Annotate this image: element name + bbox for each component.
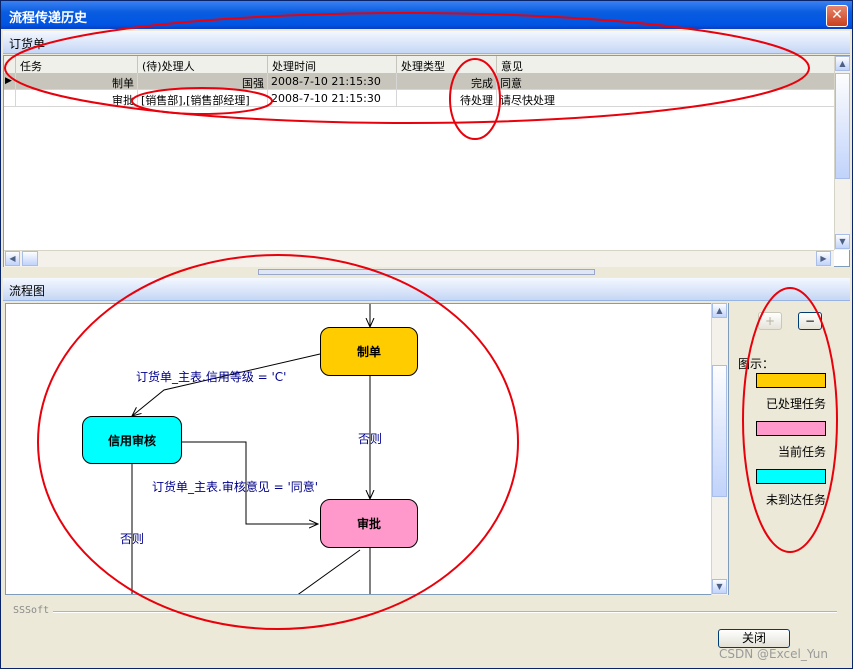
legend-label-pending: 未到达任务 [766,493,827,507]
footer-divider [53,611,837,613]
cell-handler: [销售部],[销售部经理] [138,90,268,107]
cell-task: 制单 [16,73,138,90]
zoom-out-button[interactable]: − [798,312,822,330]
order-panel-header: 订货单 [3,31,850,54]
legend-panel: + − 图示： 已处理任务 当前任务 未到达任务 [730,303,850,595]
window-title: 流程传递历史 [9,11,88,26]
order-panel-title: 订货单 [9,37,46,51]
title-bar: 流程传递历史 ✕ [1,1,852,29]
watermark: CSDN @Excel_Yun [719,647,828,661]
scroll-thumb[interactable] [835,73,850,179]
close-icon[interactable]: ✕ [826,5,848,27]
row-indicator-icon: ▶ [4,73,16,90]
footer: SSSoft 关闭 CSDN @Excel_Yun [1,597,852,668]
close-button[interactable]: 关闭 [718,629,790,648]
flow-panel-title: 流程图 [9,284,46,298]
legend-swatch-processed [756,373,826,388]
legend-swatch-current [756,421,826,436]
grid-vertical-scrollbar[interactable]: ▲ ▼ [834,56,850,250]
col-task[interactable]: 任务 [16,56,138,73]
table-row[interactable]: ▶ 制单 国强 2008-7-10 21:15:30 完成 同意 [4,73,836,90]
cell-time: 2008-7-10 21:15:30 [268,73,397,90]
cell-comment: 同意 [497,73,836,90]
flow-vertical-scrollbar[interactable]: ▲ ▼ [711,303,728,595]
flow-panel-header: 流程图 [3,278,850,301]
scroll-up-icon[interactable]: ▲ [835,56,850,71]
grid-horizontal-scrollbar[interactable]: ◀ ▶ [4,250,834,267]
node-credit-review[interactable]: 信用审核 [82,416,182,464]
edge-make-credit [132,353,321,416]
scroll-thumb[interactable] [712,365,727,497]
history-window: 流程传递历史 ✕ 订货单 任务 (待)处理人 处理时间 处理类型 意见 ▶ 制单… [0,0,853,669]
edge-approve-diag [297,549,361,594]
cell-type: 完成 [397,73,497,90]
col-time[interactable]: 处理时间 [268,56,397,73]
node-approve[interactable]: 审批 [320,499,418,548]
grid-header-row: 任务 (待)处理人 处理时间 处理类型 意见 [4,56,836,74]
flow-diagram-canvas: 制单 信用审核 审批 订货单_主表.信用等级 = 'C' 否则 订货单_主表.审… [5,303,729,595]
brand-label: SSSoft [13,605,50,616]
cell-comment: 请尽快处理 [497,90,836,107]
col-handler[interactable]: (待)处理人 [138,56,268,73]
scroll-right-icon[interactable]: ▶ [816,251,831,266]
table-row[interactable]: 审批 [销售部],[销售部经理] 2008-7-10 21:15:30 待处理 … [4,90,836,107]
edge-label-review-condition: 订货单_主表.审核意见 = '同意' [152,480,319,494]
scroll-thumb-horizontal[interactable] [22,251,38,266]
history-grid: 任务 (待)处理人 处理时间 处理类型 意见 ▶ 制单 国强 2008-7-10… [3,55,850,267]
node-make[interactable]: 制单 [320,327,418,376]
legend-label-processed: 已处理任务 [766,397,827,411]
scroll-down-icon[interactable]: ▼ [835,234,850,249]
cell-handler: 国强 [138,73,268,90]
col-comment[interactable]: 意见 [497,56,836,73]
cell-type: 待处理 [397,90,497,107]
scroll-left-icon[interactable]: ◀ [5,251,20,266]
cell-time: 2008-7-10 21:15:30 [268,90,397,107]
legend-title: 图示： [738,357,775,371]
edge-label-otherwise: 否则 [120,532,145,546]
grid-corner [4,56,16,73]
edge-label-otherwise: 否则 [358,432,383,446]
scroll-up-icon[interactable]: ▲ [712,303,727,318]
legend-swatch-pending [756,469,826,484]
col-type[interactable]: 处理类型 [397,56,497,73]
row-indicator [4,90,16,107]
zoom-in-button[interactable]: + [758,312,782,330]
panel-splitter[interactable] [258,269,595,275]
legend-label-current: 当前任务 [778,445,827,459]
cell-task: 审批 [16,90,138,107]
scroll-down-icon[interactable]: ▼ [712,579,727,594]
edge-label-credit-condition: 订货单_主表.信用等级 = 'C' [136,370,287,384]
